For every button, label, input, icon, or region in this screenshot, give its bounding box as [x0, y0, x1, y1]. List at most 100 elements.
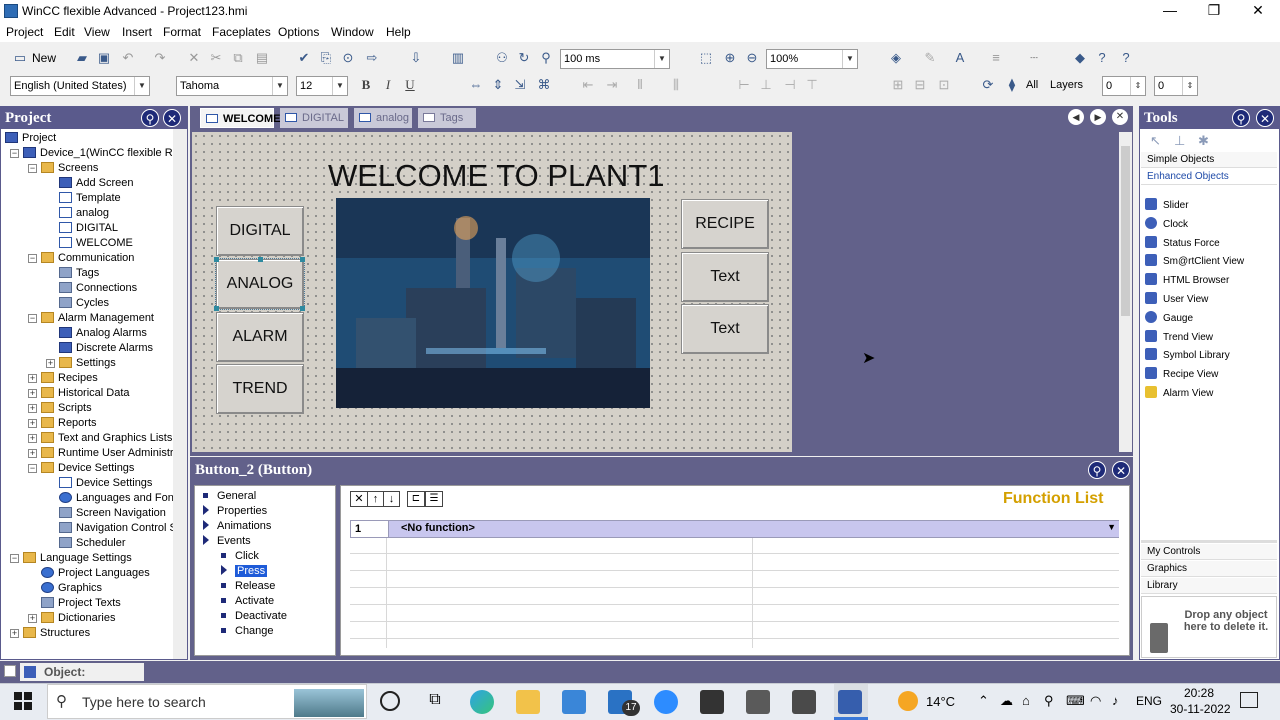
- selection-handle[interactable]: [214, 306, 219, 311]
- tree-item[interactable]: Reports: [41, 416, 97, 431]
- location-icon[interactable]: ⚲: [1044, 693, 1054, 709]
- delete-drop-zone[interactable]: Drop any object here to delete it.: [1141, 596, 1277, 658]
- help-icon[interactable]: ?: [1094, 50, 1110, 66]
- tool-item[interactable]: Clock: [1145, 216, 1188, 232]
- undo-icon[interactable]: ↶: [120, 50, 136, 66]
- hmi-button-trend[interactable]: TREND: [216, 364, 304, 414]
- project-scrollbar[interactable]: [173, 129, 187, 659]
- selection-handle[interactable]: [300, 306, 305, 311]
- tab-analog[interactable]: analog: [354, 108, 412, 128]
- gear-icon[interactable]: ✱: [1198, 133, 1209, 149]
- insert-row-icon[interactable]: ⊏: [407, 491, 425, 507]
- screen-title-text[interactable]: WELCOME TO PLANT1: [328, 158, 665, 194]
- zoom-area-icon[interactable]: ⬚: [698, 50, 714, 66]
- expand-toggle-icon[interactable]: +: [10, 629, 19, 638]
- pin-icon[interactable]: ⚲: [1088, 461, 1106, 479]
- tree-item[interactable]: Scripts: [41, 401, 92, 416]
- italic-button[interactable]: I: [380, 77, 396, 93]
- check-icon[interactable]: ✔: [296, 50, 312, 66]
- expand-toggle-icon[interactable]: +: [28, 404, 37, 413]
- expand-toggle-icon[interactable]: −: [28, 314, 37, 323]
- move-down-icon[interactable]: ↓: [383, 491, 400, 507]
- expand-toggle-icon[interactable]: −: [10, 554, 19, 563]
- line-color-icon[interactable]: ✎: [922, 50, 938, 66]
- store-icon[interactable]: [562, 690, 586, 714]
- hmi-button-alarm[interactable]: ALARM: [216, 312, 304, 362]
- plant-image[interactable]: [336, 198, 650, 408]
- category-simple-objects[interactable]: Simple Objects: [1141, 152, 1277, 168]
- insert-tool-icon[interactable]: ⊥: [1174, 133, 1185, 149]
- tree-item[interactable]: WELCOME: [59, 236, 133, 251]
- layer-icon[interactable]: ⧫: [1004, 77, 1020, 93]
- close-button[interactable]: ✕: [1236, 0, 1280, 22]
- save-icon[interactable]: ▣: [96, 50, 112, 66]
- remove-function-icon[interactable]: ✕: [350, 491, 368, 507]
- font-size-combo[interactable]: 12 ▼: [296, 76, 348, 96]
- tab-prev-icon[interactable]: ◀: [1068, 109, 1084, 125]
- hmi-button-text-1[interactable]: Text: [681, 252, 769, 302]
- runtime-icon[interactable]: ⊙: [340, 50, 356, 66]
- tree-item[interactable]: Template: [59, 191, 121, 206]
- tree-item[interactable]: Project: [5, 131, 56, 146]
- bold-button[interactable]: B: [358, 77, 374, 93]
- distribute-v-icon[interactable]: ⫼: [668, 77, 684, 93]
- category-library[interactable]: Library: [1141, 578, 1277, 594]
- tree-item[interactable]: analog: [59, 206, 109, 221]
- rotate-icon[interactable]: ⟳: [980, 77, 996, 93]
- align-center-icon[interactable]: ⇕: [490, 77, 506, 93]
- menu-format[interactable]: Format: [163, 25, 201, 39]
- menu-view[interactable]: View: [84, 25, 110, 39]
- clock-time[interactable]: 20:28: [1184, 686, 1214, 700]
- hmi-button-digital[interactable]: DIGITAL: [216, 206, 304, 256]
- function-row[interactable]: [350, 623, 1119, 639]
- tool-item[interactable]: Trend View: [1145, 329, 1213, 345]
- category-graphics[interactable]: Graphics: [1141, 561, 1277, 577]
- tree-item[interactable]: Device_1(WinCC flexible Rur: [23, 146, 182, 161]
- cortana-icon[interactable]: [380, 691, 400, 711]
- tree-item[interactable]: Device Settings: [41, 461, 134, 476]
- tree-item[interactable]: Runtime User Administrat: [41, 446, 183, 461]
- file-explorer-icon[interactable]: [516, 690, 540, 714]
- underline-button[interactable]: U: [402, 77, 418, 93]
- tool-item[interactable]: Sm@rtClient View: [1145, 254, 1244, 269]
- inkscape-icon[interactable]: [700, 690, 724, 714]
- tree-item[interactable]: Tags: [59, 266, 99, 281]
- paste-icon[interactable]: ▤: [254, 50, 270, 66]
- hmi-button-analog[interactable]: ANALOG: [215, 258, 305, 310]
- tool-item[interactable]: Alarm View: [1145, 386, 1213, 401]
- copy-icon[interactable]: ⧉: [230, 50, 246, 66]
- expand-toggle-icon[interactable]: +: [28, 419, 37, 428]
- app-icon[interactable]: [792, 690, 816, 714]
- align-right-icon[interactable]: ⇲: [512, 77, 528, 93]
- tree-item[interactable]: Recipes: [41, 371, 98, 386]
- category-my-controls[interactable]: My Controls: [1141, 544, 1277, 560]
- expand-toggle-icon[interactable]: −: [28, 464, 37, 473]
- new-button[interactable]: New: [32, 51, 56, 65]
- tool-item[interactable]: Status Force: [1145, 235, 1220, 251]
- sync-icon[interactable]: ↻: [516, 50, 532, 66]
- layer-spinner-1[interactable]: 0 ⇕: [1102, 76, 1146, 96]
- tools-splitter[interactable]: [1141, 540, 1277, 543]
- download-icon[interactable]: ⇩: [408, 50, 424, 66]
- tree-item[interactable]: Device Settings: [59, 476, 152, 491]
- tree-item[interactable]: Project Texts: [41, 596, 121, 611]
- function-row[interactable]: [350, 538, 1119, 554]
- editor-scrollbar[interactable]: [1119, 132, 1132, 452]
- tree-item[interactable]: Alarm Management: [41, 311, 154, 326]
- tree-item[interactable]: Analog Alarms: [59, 326, 147, 341]
- properties-nav-item[interactable]: Properties: [203, 504, 267, 518]
- task-view-icon[interactable]: ⧉: [424, 691, 446, 711]
- notifications-icon[interactable]: [1240, 692, 1258, 708]
- language-indicator[interactable]: ENG: [1136, 694, 1162, 708]
- windows-start-icon[interactable]: [12, 690, 34, 712]
- zoom-app-icon[interactable]: [654, 690, 678, 714]
- pin-icon[interactable]: ⚲: [141, 109, 159, 127]
- expand-toggle-icon[interactable]: +: [28, 434, 37, 443]
- close-panel-icon[interactable]: ✕: [1112, 461, 1130, 479]
- menu-insert[interactable]: Insert: [122, 25, 152, 39]
- tree-item[interactable]: Screen Navigation: [59, 506, 166, 521]
- scrollbar-thumb[interactable]: [1121, 146, 1130, 316]
- expand-toggle-icon[interactable]: +: [28, 374, 37, 383]
- align-right-edges-icon[interactable]: ⊣: [782, 77, 798, 93]
- properties-nav-item[interactable]: Click: [221, 549, 259, 563]
